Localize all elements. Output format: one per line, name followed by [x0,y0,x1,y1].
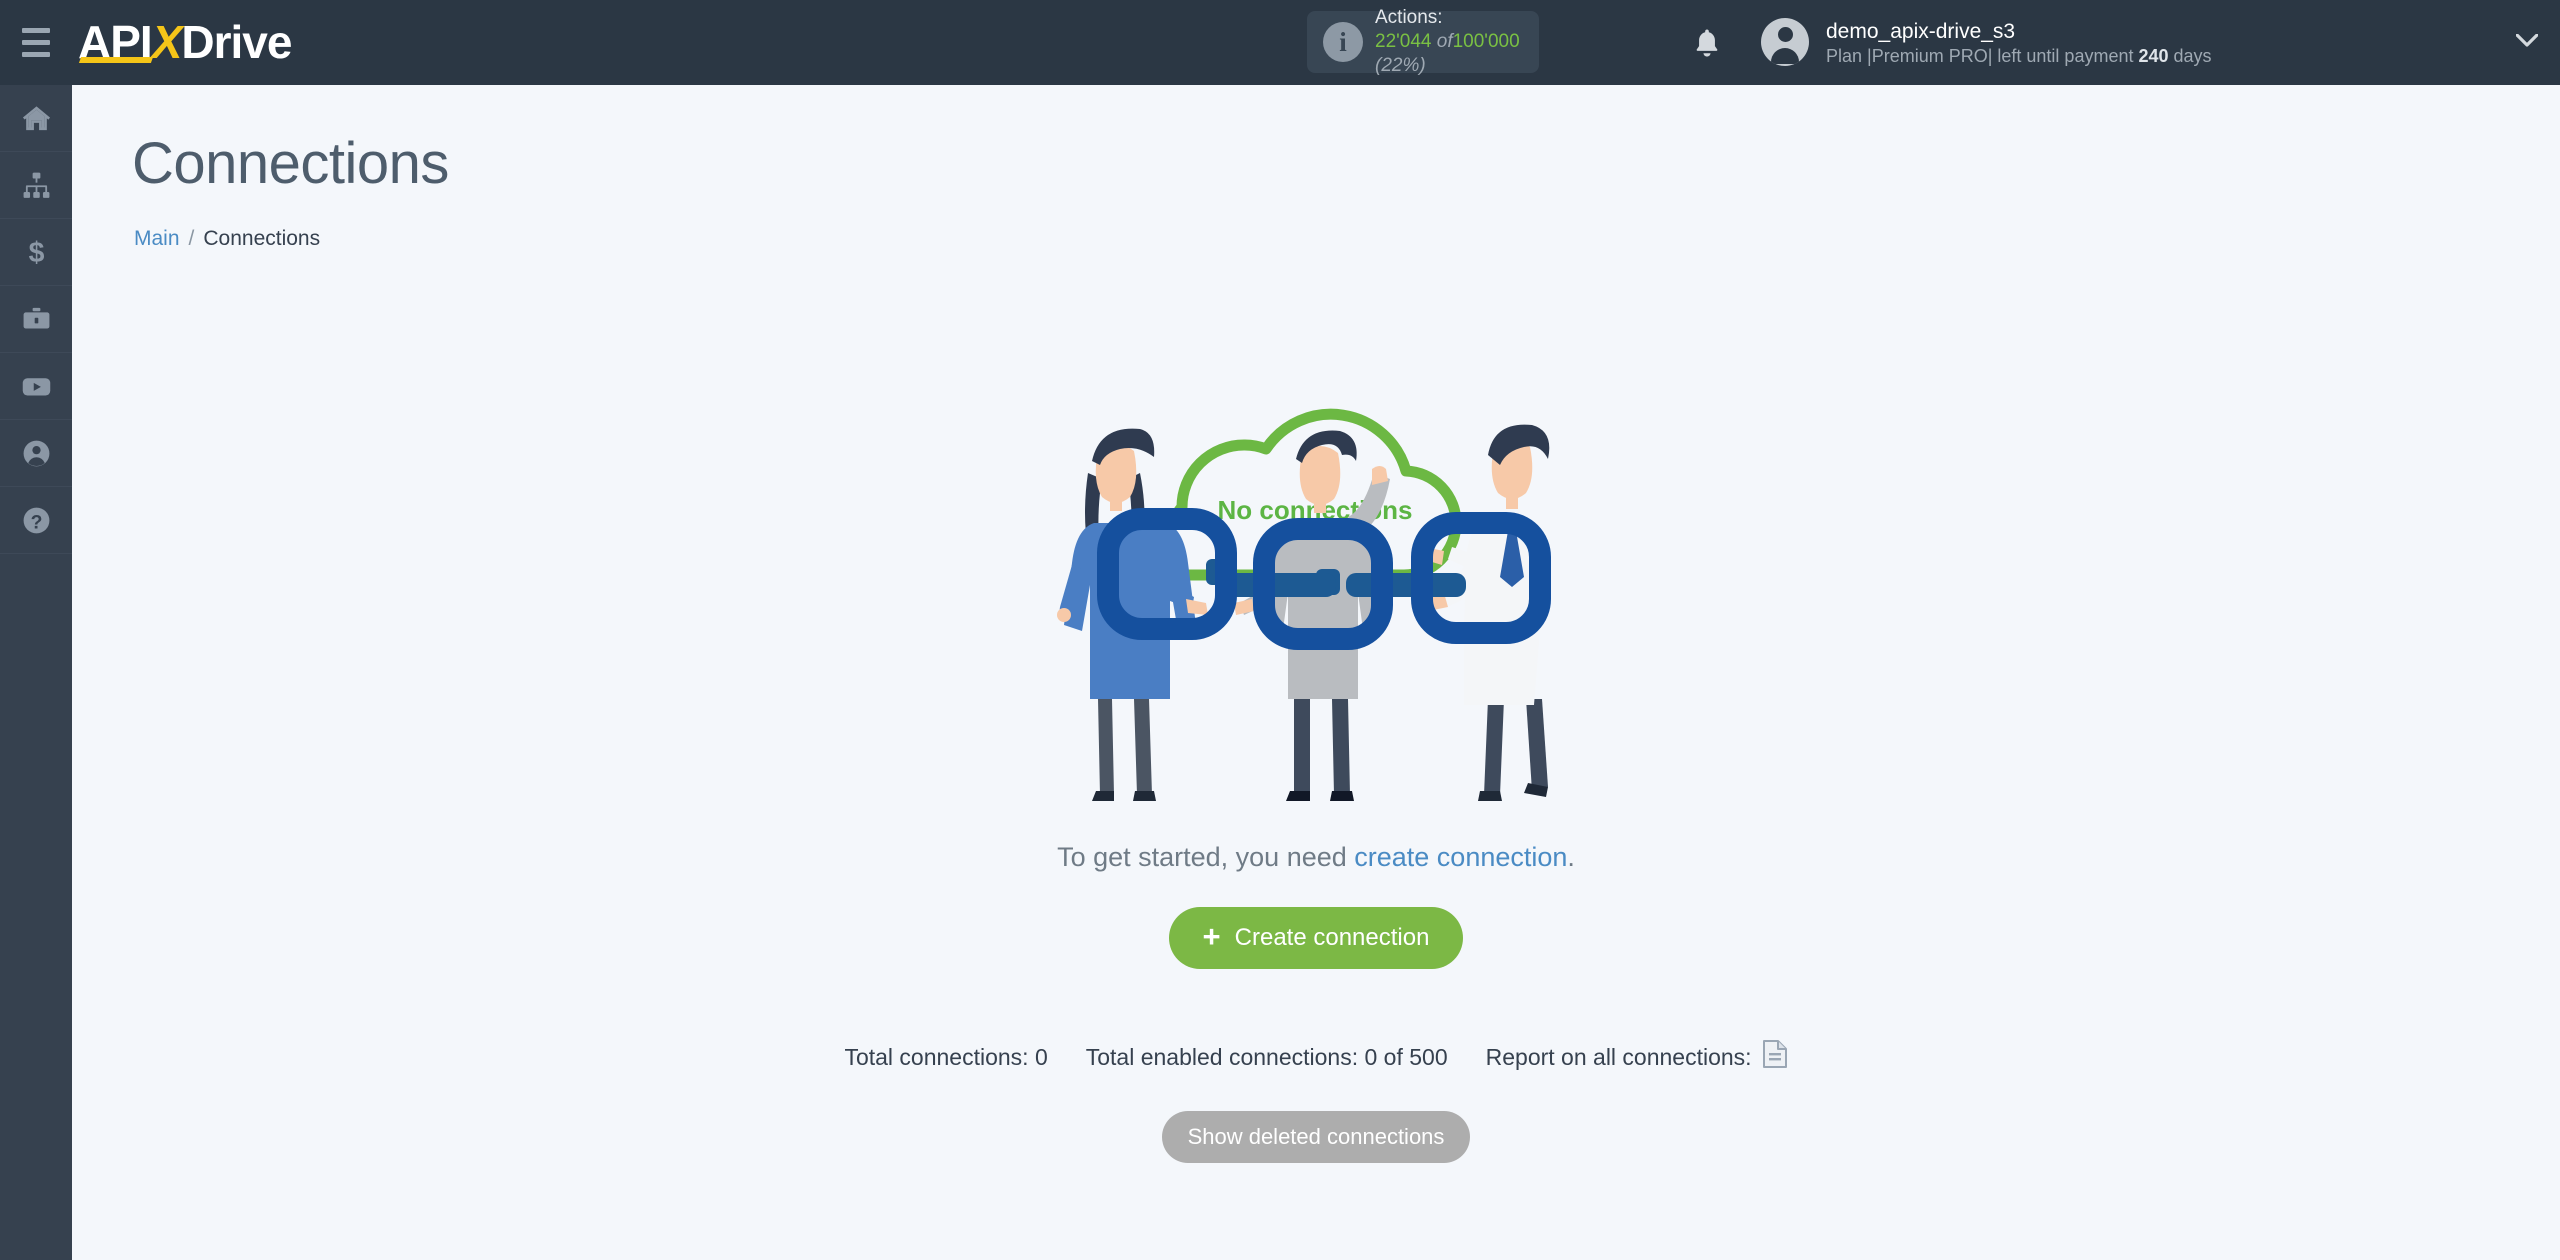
actions-quota-badge[interactable]: i Actions: 22'044 of100'000 (22%) [1307,7,1539,76]
create-connection-link[interactable]: create connection [1354,842,1567,872]
plus-icon: + [1202,919,1221,954]
sitemap-icon [21,170,52,201]
info-icon: i [1323,22,1363,62]
sidebar-nav: $ ? [0,85,72,1260]
empty-state: No connections To get started, you need … [72,85,2560,1163]
chevron-down-icon[interactable] [2515,33,2539,47]
question-icon: ? [21,505,52,536]
actions-values: 22'044 of100'000 (22%) [1375,30,1523,78]
sidebar-item-home[interactable] [0,85,72,152]
actions-of: of [1436,31,1453,53]
logo-underline [78,57,154,63]
hamburger-bar [22,28,50,33]
user-plan-line: Plan |Premium PRO| left until payment 24… [1826,45,2212,68]
bell-icon[interactable] [1690,26,1724,60]
sidebar-item-business[interactable] [0,286,72,353]
sidebar-item-help[interactable]: ? [0,487,72,554]
plan-prefix: Plan | [1826,46,1872,67]
actions-percent: (22%) [1375,54,1426,76]
sidebar-item-account[interactable] [0,420,72,487]
hamburger-icon[interactable] [0,0,72,85]
user-menu[interactable]: demo_apix-drive_s3 Plan |Premium PRO| le… [1826,18,2212,69]
app-logo[interactable]: APIXDrive [78,0,292,85]
main-content: Connections Main / Connections No connec… [72,85,2560,1260]
no-connections-illustration: No connections [1036,347,1596,812]
svg-text:?: ? [30,511,42,533]
report-label: Report on all connections: [1485,1043,1752,1070]
sidebar-item-billing[interactable]: $ [0,219,72,286]
user-name: demo_apix-drive_s3 [1826,20,2016,43]
actions-used: 22'044 [1375,31,1432,53]
dollar-icon: $ [21,237,52,268]
create-connection-button[interactable]: + Create connection [1168,907,1464,969]
actions-total: 100'000 [1452,31,1520,53]
hint-before: To get started, you need [1057,842,1355,872]
actions-quota-text: Actions: 22'044 of100'000 (22%) [1375,6,1523,77]
hint-after: . [1567,842,1575,872]
plan-suffix: days [2168,46,2212,67]
actions-label: Actions: [1375,7,1443,29]
empty-state-hint: To get started, you need create connecti… [1057,842,1575,873]
hamburger-bar [22,52,50,57]
plan-name: Premium PRO [1871,46,1988,67]
logo-text: APIXDrive [78,0,292,85]
plan-mid: | left until payment [1987,46,2139,67]
stat-enabled-connections: Total enabled connections: 0 of 500 [1085,1043,1448,1070]
app-header: APIXDrive i Actions: 22'044 of100'000 (2… [0,0,2560,85]
svg-text:$: $ [28,237,44,268]
show-deleted-connections-button[interactable]: Show deleted connections [1161,1111,1471,1163]
plan-days: 240 [2138,46,2169,67]
stat-total-connections: Total connections: 0 [844,1043,1048,1070]
logo-part-drive: Drive [181,16,292,68]
home-icon [21,103,52,134]
hamburger-bar [22,40,50,45]
avatar-head [1777,27,1793,42]
youtube-icon [20,370,53,403]
user-avatar-icon[interactable] [1761,18,1809,66]
sidebar-item-connections[interactable] [0,152,72,219]
create-connection-label: Create connection [1234,924,1430,951]
briefcase-icon [21,304,52,335]
avatar-body [1771,48,1799,64]
account-icon [21,438,52,469]
sidebar-item-youtube[interactable] [0,353,72,420]
connection-stats: Total connections: 0 Total enabled conne… [844,1039,1787,1075]
document-report-icon[interactable] [1762,1039,1788,1075]
report-row: Report on all connections: [1486,1039,1788,1075]
logo-part-x: X [151,16,183,68]
